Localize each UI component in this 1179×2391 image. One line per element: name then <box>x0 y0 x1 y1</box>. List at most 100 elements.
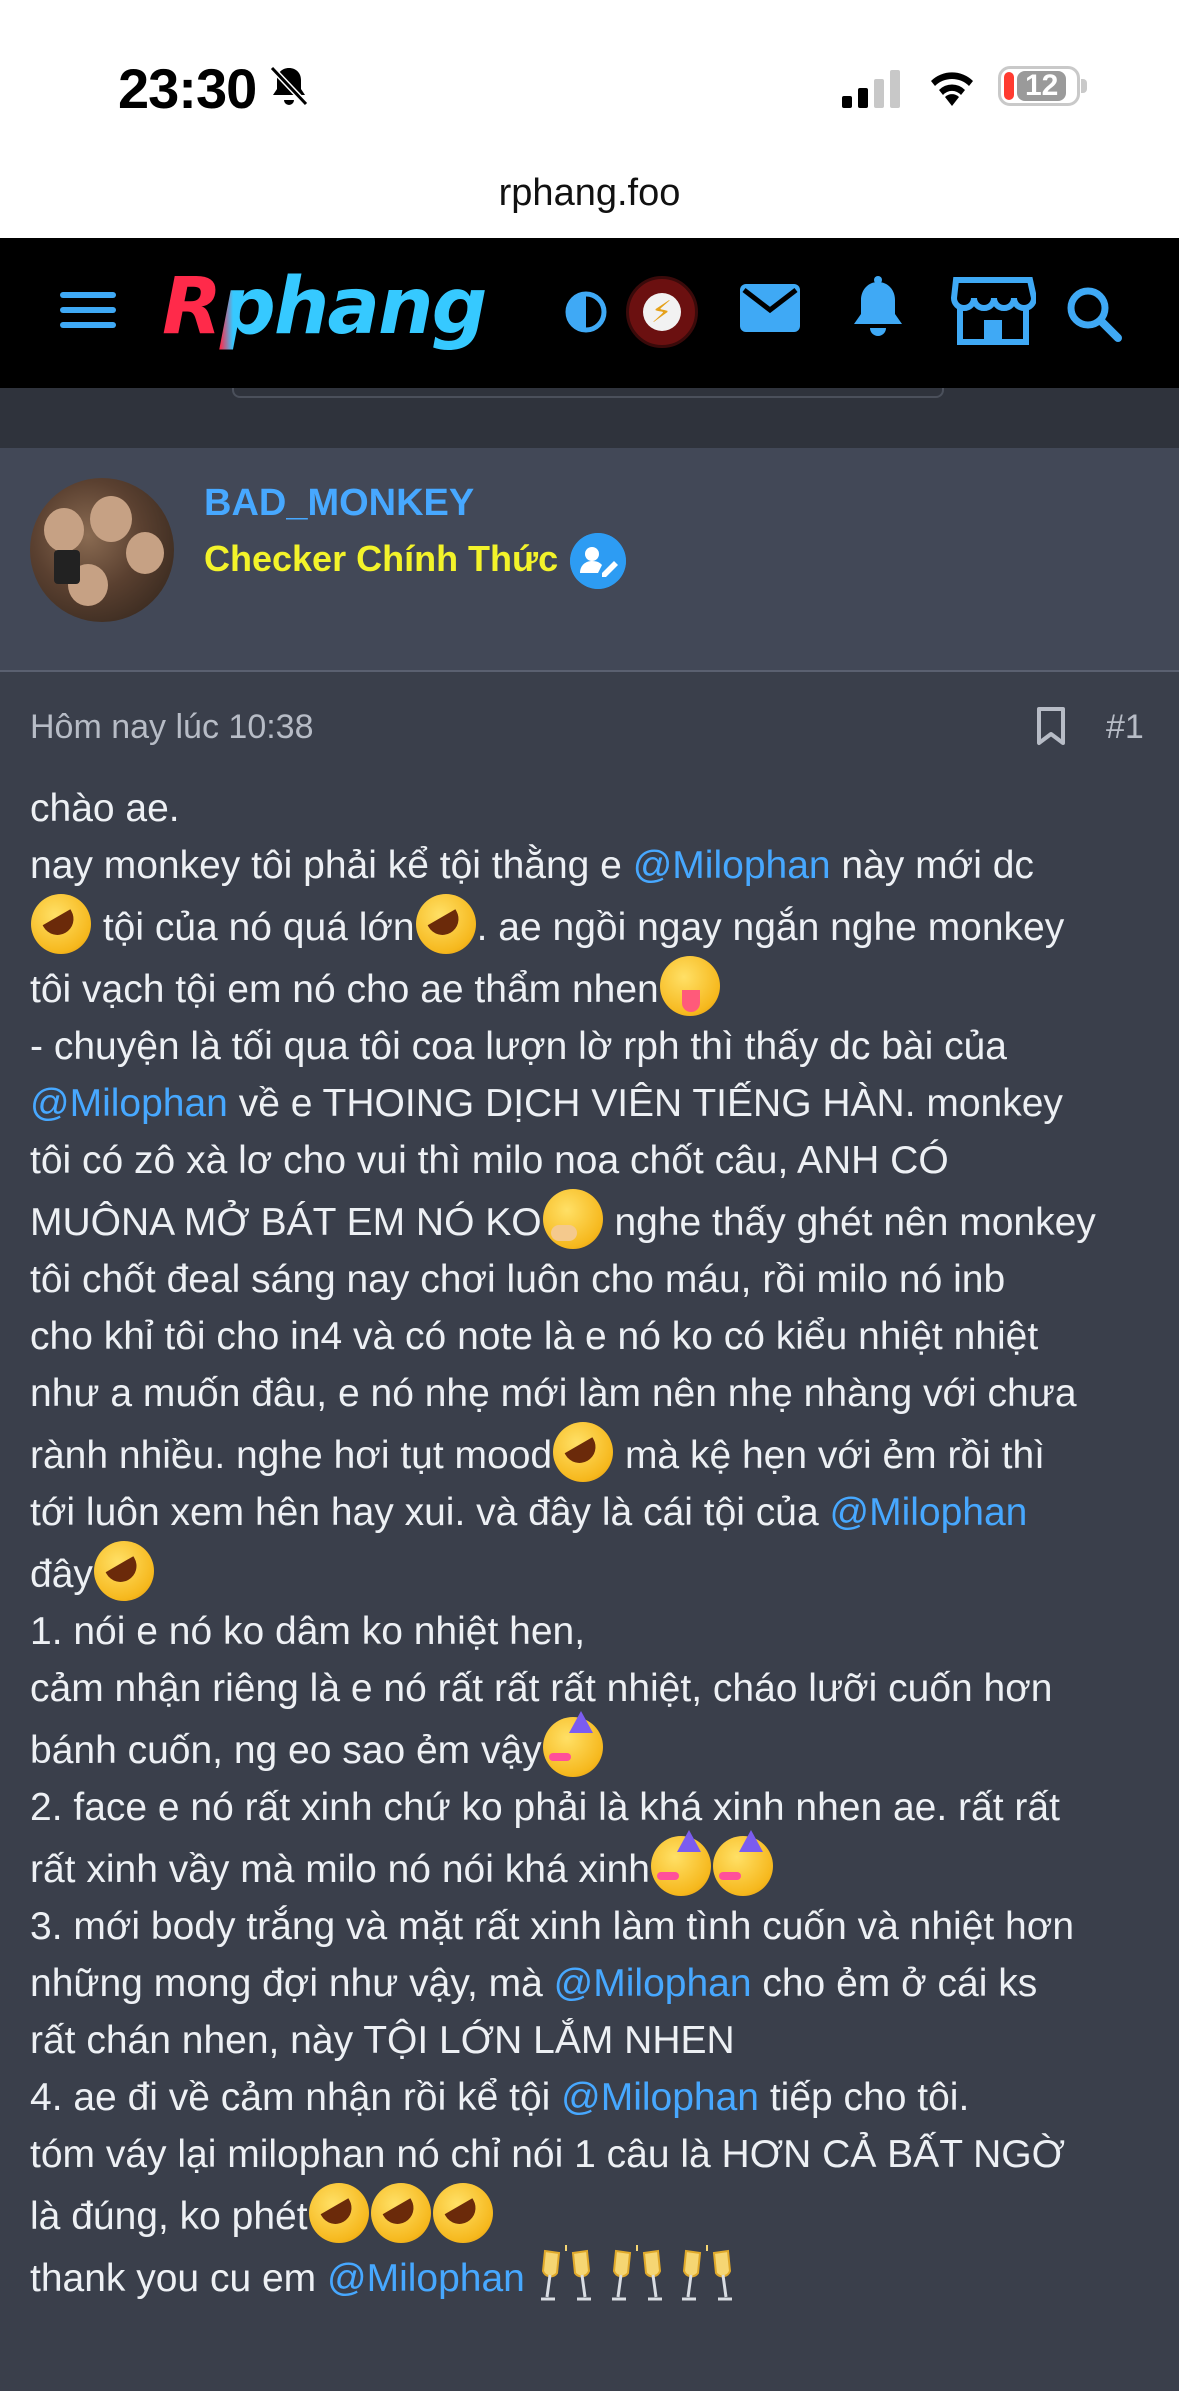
post-text <box>667 2257 678 2300</box>
post-line: tôi có zô xà lơ cho vui thì milo noa chố… <box>30 1132 1160 1189</box>
post-text: nghe thấy ghét nên monkey <box>603 1201 1096 1244</box>
post-text: 4. ae đi về cảm nhận rồi kể tội <box>30 2076 562 2119</box>
post-text: - chuyện là tối qua tôi coa lượn lờ rph … <box>30 1025 1007 1068</box>
wifi-icon <box>931 72 973 106</box>
party-emoji-icon <box>712 1830 773 1896</box>
rofl-emoji-icon <box>415 894 476 954</box>
post-date[interactable]: Hôm nay lúc 10:38 <box>30 708 314 747</box>
bell-icon[interactable] <box>850 276 906 340</box>
post-text: tội của nó quá lớn <box>92 906 415 949</box>
hamburger-icon[interactable] <box>60 290 116 330</box>
user-mention-link[interactable]: @Milophan <box>830 1491 1028 1534</box>
post-text: mà kệ hẹn với ẻm rồi thì <box>614 1434 1046 1477</box>
post-line: tội của nó quá lớn . ae ngồi ngay ngắn ng… <box>30 894 1160 956</box>
user-mention-link[interactable]: @Milophan <box>30 1082 228 1125</box>
post-line: tóm váy lại milophan nó chỉ nói 1 câu là… <box>30 2126 1160 2183</box>
user-avatar-small[interactable]: ⚡ <box>626 276 698 348</box>
post-text: 1. nói e nó ko dâm ko nhiệt hen, <box>30 1610 586 1653</box>
contrast-icon[interactable] <box>564 290 608 334</box>
tongue-emoji-icon <box>659 956 720 1016</box>
search-icon[interactable] <box>1064 284 1122 342</box>
store-icon[interactable] <box>950 276 1036 346</box>
site-logo[interactable]: Rphang <box>162 262 487 352</box>
bookmark-icon[interactable] <box>1036 706 1066 746</box>
post-text: bánh cuốn, ng eo sao ẻm vậy <box>30 1729 542 1772</box>
post-line: đây <box>30 1541 1160 1603</box>
cheers-emoji-icon <box>537 2245 595 2305</box>
rofl-emoji-icon <box>370 2183 431 2243</box>
post-text: tóm váy lại milophan nó chỉ nói 1 câu là… <box>30 2133 1066 2176</box>
post-content: chào ae. nay monkey tôi phải kể tội thằng… <box>30 780 1160 2307</box>
author-avatar[interactable] <box>30 478 174 622</box>
post-line: thank you cu em @Milophan <box>30 2245 1160 2307</box>
post-line: 2. face e nó rất xinh chứ ko phải là khá… <box>30 1779 1160 1836</box>
post-text: 2. face e nó rất xinh chứ ko phải là khá… <box>30 1786 1060 1829</box>
post-line: tới luôn xem hên hay xui. và đây là cái … <box>30 1484 1160 1541</box>
post-text: tiếp cho tôi. <box>759 2076 970 2119</box>
post-line: 3. mới body trắng và mặt rất xinh làm tì… <box>30 1898 1160 1955</box>
battery-percent: 12 <box>1017 71 1067 101</box>
user-mention-link[interactable]: @Milophan <box>554 1962 752 2005</box>
user-mention-link[interactable]: @Milophan <box>561 2076 759 2119</box>
post-text: chào ae. <box>30 787 180 830</box>
author-user-title: Checker Chính Thức <box>204 538 559 579</box>
post-line: 4. ae đi về cảm nhận rồi kể tội @Milopha… <box>30 2069 1160 2126</box>
post-line: MUÔNA MỞ BÁT EM NÓ KO nghe thấy ghét nên… <box>30 1189 1160 1251</box>
post-line: rất xinh vầy mà milo nó nói khá xinh <box>30 1830 1160 1898</box>
post-line: tôi vạch tội em nó cho ae thẩm nhen <box>30 956 1160 1018</box>
user-mention-link[interactable]: @Milophan <box>327 2257 525 2300</box>
post-line: @Milophan về e THOING DỊCH VIÊN TIẾNG HÀ… <box>30 1075 1160 1132</box>
post-line: cảm nhận riêng là e nó rất rất rất nhiệt… <box>30 1660 1160 1717</box>
post-line: bánh cuốn, ng eo sao ẻm vậy <box>30 1711 1160 1779</box>
rofl-emoji-icon <box>432 2183 493 2243</box>
post-number[interactable]: #1 <box>1106 708 1144 747</box>
rofl-emoji-icon <box>308 2183 369 2243</box>
post-text: . ae ngồi ngay ngắn nghe monkey <box>476 906 1065 949</box>
user-mention-link[interactable]: @Milophan <box>633 844 831 887</box>
post-text <box>596 2257 607 2300</box>
post-text: cho ẻm ở cái ks <box>751 1962 1038 2005</box>
mail-icon[interactable] <box>738 282 802 334</box>
post-text: tới luôn xem hên hay xui. và đây là cái … <box>30 1491 830 1534</box>
think-emoji-icon <box>542 1189 603 1249</box>
post-line: như a muốn đâu, e nó nhẹ mới làm nên nhẹ… <box>30 1365 1160 1422</box>
post-text: đây <box>30 1553 93 1596</box>
cellular-signal-icon <box>842 70 900 108</box>
post-text: là đúng, ko phét <box>30 2195 308 2238</box>
post-line: 1. nói e nó ko dâm ko nhiệt hen, <box>30 1603 1160 1660</box>
post-line: rành nhiều. nghe hơi tụt mood mà kệ hẹn … <box>30 1422 1160 1484</box>
post-text: rành nhiều. nghe hơi tụt mood <box>30 1434 553 1477</box>
post-text: này mới dc <box>830 844 1034 887</box>
post-text: như a muốn đâu, e nó nhẹ mới làm nên nhẹ… <box>30 1372 1077 1415</box>
post-line: chào ae. <box>30 780 1160 837</box>
cheers-emoji-icon <box>608 2245 666 2305</box>
post-line: rất chán nhen, này TỘI LỚN LẮM NHEN <box>30 2012 1160 2069</box>
author-username[interactable]: BAD_MONKEY <box>204 482 474 525</box>
post-text: về e THOING DỊCH VIÊN TIẾNG HÀN. monkey <box>227 1082 1063 1125</box>
post-line: nay monkey tôi phải kể tội thằng e @Milo… <box>30 837 1160 894</box>
post-text <box>525 2257 536 2300</box>
post-text: cho khỉ tôi cho in4 và có note là e nó k… <box>30 1315 1039 1358</box>
battery-indicator: 12 <box>998 66 1080 106</box>
post-text: rất xinh vầy mà milo nó nói khá xinh <box>30 1848 650 1891</box>
post-text: MUÔNA MỞ BÁT EM NÓ KO <box>30 1201 542 1244</box>
url-text[interactable]: rphang.foo <box>0 172 1179 215</box>
post-text: 3. mới body trắng và mặt rất xinh làm tì… <box>30 1905 1075 1948</box>
post-line: là đúng, ko phét <box>30 2183 1160 2245</box>
post-text: nay monkey tôi phải kể tội thằng e <box>30 844 633 887</box>
bell-off-icon <box>269 65 309 107</box>
post-text: rất chán nhen, này TỘI LỚN LẮM NHEN <box>30 2019 735 2062</box>
rofl-emoji-icon <box>553 1422 614 1482</box>
post-text: tôi có zô xà lơ cho vui thì milo noa chố… <box>30 1139 949 1182</box>
post-line: cho khỉ tôi cho in4 và có note là e nó k… <box>30 1308 1160 1365</box>
verified-checker-icon <box>570 533 626 589</box>
party-emoji-icon <box>542 1711 603 1777</box>
post-line: - chuyện là tối qua tôi coa lượn lờ rph … <box>30 1018 1160 1075</box>
post-text: tôi chốt đeal sáng nay chơi luôn cho máu… <box>30 1258 1006 1301</box>
rofl-emoji-icon <box>93 1541 154 1601</box>
rofl-emoji-icon <box>31 894 91 954</box>
post-line: tôi chốt đeal sáng nay chơi luôn cho máu… <box>30 1251 1160 1308</box>
post-text: thank you cu em <box>30 2257 327 2300</box>
cheers-emoji-icon <box>678 2245 736 2305</box>
status-time: 23:30 <box>118 57 257 120</box>
